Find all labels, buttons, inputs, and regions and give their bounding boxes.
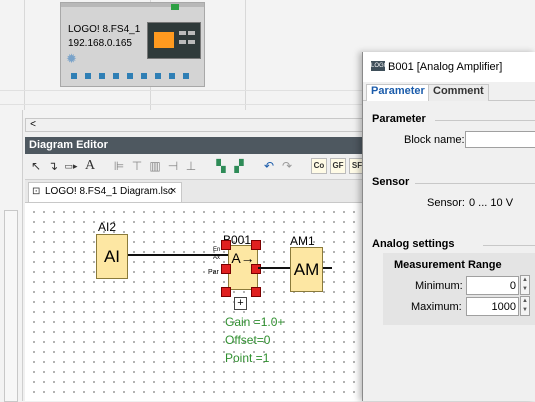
diagram-editor-header: Diagram Editor [25, 137, 365, 154]
logo-icon: LOGO [371, 61, 389, 71]
section-divider [435, 120, 535, 121]
connect-tool-icon[interactable]: ↴ [45, 158, 61, 174]
block-name-am1: AM1 [290, 234, 315, 248]
dialog-tabs: Parameter Comment [363, 82, 535, 101]
text-tool-icon[interactable]: A [82, 158, 98, 174]
port-icon [71, 73, 77, 79]
arrange-icon[interactable]: ▚ [213, 158, 229, 174]
align-top-icon[interactable]: ⊤ [129, 158, 145, 174]
param-gain: Gain =1.0+ [225, 315, 285, 329]
device-ip: 192.168.0.165 [68, 38, 132, 49]
tab-diagram[interactable]: ⊡ LOGO! 8.FS4_1 Diagram.lsc × [28, 182, 182, 202]
expand-button[interactable]: + [234, 297, 247, 310]
connection-wire[interactable] [323, 267, 332, 269]
device-key-icon [188, 40, 195, 44]
scroll-left-button[interactable]: < [27, 119, 39, 131]
close-icon[interactable]: × [170, 185, 176, 197]
maximum-spinner[interactable]: ▲ ▼ [520, 296, 530, 316]
selection-handle[interactable] [251, 287, 261, 297]
port-icon [183, 73, 189, 79]
dialog-title: B001 [Analog Amplifier] [388, 61, 503, 73]
analog-output-block[interactable]: AM [290, 247, 323, 292]
diagram-toolbar: ↖ ↴ ▭▸ A ⊫ ⊤ ▥ ⊣ ⊥ ▚ ▞ ↶ ↷ Co GF SF [25, 154, 365, 180]
block-tool-icon[interactable]: ▭▸ [63, 158, 79, 174]
grid-line [245, 0, 246, 110]
port-icon [113, 73, 119, 79]
param-offset: Offset=0 [225, 333, 271, 347]
device-key-icon [179, 31, 186, 35]
maximum-input[interactable] [466, 297, 519, 316]
tab-diagram-label: LOGO! 8.FS4_1 Diagram.lsc [45, 186, 173, 197]
gear-icon: ✹ [66, 51, 77, 66]
vertical-scrollbar[interactable] [4, 210, 18, 402]
analog-settings-section-title: Analog settings [372, 238, 455, 250]
port-icon [127, 73, 133, 79]
minimum-spinner[interactable]: ▲ ▼ [520, 275, 530, 295]
tab-parameter[interactable]: Parameter [366, 84, 430, 101]
sensor-section-title: Sensor [372, 176, 410, 188]
port-icon [85, 73, 91, 79]
align-left-icon[interactable]: ⊫ [111, 158, 127, 174]
measurement-range-title: Measurement Range [394, 259, 502, 271]
align-vertical-icon[interactable]: ⊥ [183, 158, 199, 174]
parameter-section-title: Parameter [372, 113, 426, 125]
diagram-tab-bar: ⊡ LOGO! 8.FS4_1 Diagram.lsc × [25, 180, 365, 203]
grid-line [24, 0, 25, 110]
undo-icon[interactable]: ↶ [261, 158, 277, 174]
diagram-canvas[interactable]: AI2 AI B001 A→ En Ax Par + AM1 AM Gain =… [25, 203, 365, 401]
port-icon [155, 73, 161, 79]
block-name-label: Block name: [404, 134, 465, 146]
left-panel-strip [0, 110, 23, 402]
selection-handle[interactable] [221, 264, 231, 274]
selection-handle[interactable] [251, 240, 261, 250]
align-horizontal-icon[interactable]: ⊣ [165, 158, 181, 174]
select-pointer-icon[interactable]: ↖ [28, 158, 44, 174]
align-center-icon[interactable]: ▥ [147, 158, 163, 174]
device-key-icon [179, 40, 186, 44]
minimum-label: Minimum: [415, 280, 463, 292]
connection-wire[interactable] [258, 267, 290, 269]
block-name-input[interactable] [465, 131, 535, 148]
pin-ax-label: Ax [213, 255, 221, 261]
section-divider [483, 245, 535, 246]
co-button[interactable]: Co [311, 158, 327, 174]
port-icon [141, 73, 147, 79]
pin-en-label: En [213, 247, 221, 253]
device-ports [71, 70, 199, 79]
split-icon[interactable]: ▞ [231, 158, 247, 174]
sensor-label: Sensor: [427, 197, 465, 209]
selection-handle[interactable] [221, 240, 231, 250]
status-led-icon [171, 4, 179, 10]
port-icon [169, 73, 175, 79]
diagram-editor-title: Diagram Editor [29, 139, 108, 151]
diagram-file-icon: ⊡ [32, 186, 41, 197]
tab-comment[interactable]: Comment [428, 84, 489, 101]
dialog-title-bar: LOGO B001 [Analog Amplifier] [363, 52, 535, 83]
lcd-icon [154, 32, 174, 48]
redo-icon[interactable]: ↷ [279, 158, 295, 174]
param-point: Point =1 [225, 351, 270, 365]
analog-input-block[interactable]: AI [96, 234, 128, 279]
sensor-select[interactable]: 0 ... 10 V [469, 197, 513, 209]
device-top-strip [61, 3, 204, 7]
device-card[interactable]: LOGO! 8.FS4_1 192.168.0.165 ✹ [60, 2, 205, 87]
minimum-input[interactable] [466, 276, 519, 295]
maximum-label: Maximum: [411, 301, 462, 313]
pin-par-label: Par [208, 269, 219, 276]
gf-button[interactable]: GF [330, 158, 346, 174]
device-display-icon [147, 22, 201, 59]
device-key-icon [188, 31, 195, 35]
block-name-ai2: AI2 [98, 220, 117, 234]
section-divider [415, 183, 535, 184]
device-name: LOGO! 8.FS4_1 [68, 24, 141, 35]
selection-handle[interactable] [251, 264, 261, 274]
selection-handle[interactable] [221, 287, 231, 297]
port-icon [99, 73, 105, 79]
horizontal-scrollbar[interactable]: < [25, 118, 365, 132]
block-properties-dialog: LOGO B001 [Analog Amplifier] Parameter C… [362, 52, 535, 401]
